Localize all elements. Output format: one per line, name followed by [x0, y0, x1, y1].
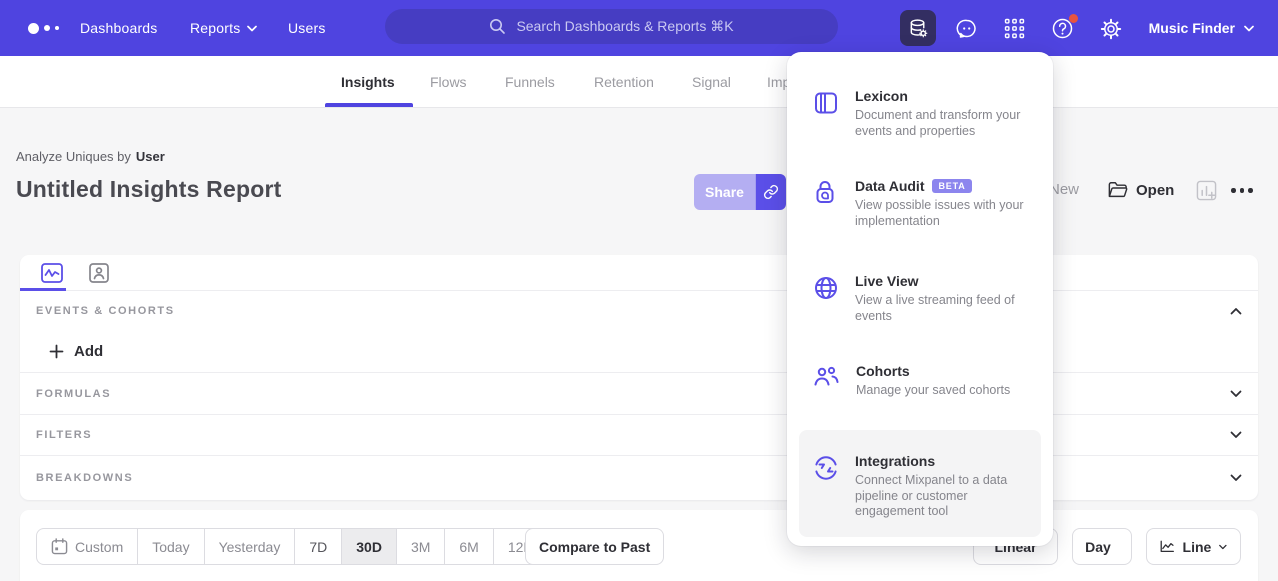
search-input[interactable]: Search Dashboards & Reports ⌘K	[385, 9, 838, 44]
chart-controls-bar: Custom Today Yesterday 7D 30D 3M 6M 12M …	[20, 510, 1258, 581]
chevron-down-icon	[247, 25, 257, 32]
folder-open-icon	[1108, 181, 1128, 199]
more-options-button[interactable]	[1231, 188, 1253, 193]
query-builder-panel: EVENTS & COHORTS Add FORMULAS FILTERS BR…	[20, 255, 1258, 500]
tab-events-view[interactable]	[39, 260, 65, 286]
link-icon	[763, 184, 779, 200]
chart-line-icon	[41, 263, 63, 283]
feedback-button[interactable]	[956, 18, 978, 40]
nav-dashboards[interactable]: Dashboards	[80, 0, 158, 56]
tab-profiles-view[interactable]	[86, 260, 112, 286]
chevron-down-icon	[1219, 544, 1227, 550]
integrations-icon	[813, 453, 839, 520]
help-button[interactable]	[1051, 17, 1077, 41]
tab-funnels[interactable]: Funnels	[505, 56, 555, 108]
compare-to-past-button[interactable]: Compare to Past	[525, 528, 664, 565]
tab-retention[interactable]: Retention	[594, 56, 654, 108]
range-6m[interactable]: 6M	[445, 529, 493, 564]
tab-insights[interactable]: Insights	[341, 56, 395, 108]
ellipsis-icon	[1231, 188, 1253, 193]
section-label: FORMULAS	[36, 388, 111, 400]
settings-button[interactable]	[1100, 18, 1122, 40]
plus-icon	[49, 344, 64, 359]
section-events-cohorts[interactable]: EVENTS & COHORTS	[20, 291, 1258, 330]
nav-users[interactable]: Users	[288, 0, 326, 56]
gear-icon	[1100, 18, 1122, 40]
search-icon	[489, 18, 506, 35]
section-breakdowns[interactable]: BREAKDOWNS	[20, 455, 1258, 499]
date-range-control: Custom Today Yesterday 7D 30D 3M 6M 12M	[36, 528, 550, 565]
range-3m[interactable]: 3M	[397, 529, 445, 564]
data-management-button[interactable]	[900, 10, 936, 46]
data-audit-icon	[813, 178, 839, 229]
tab-signal[interactable]: Signal	[692, 56, 731, 108]
section-formulas[interactable]: FORMULAS	[20, 372, 1258, 414]
cohorts-icon	[813, 363, 840, 399]
menu-item-live-view[interactable]: Live View View a live streaming feed of …	[813, 273, 1033, 324]
share-button[interactable]: Share	[694, 174, 755, 210]
menu-item-data-audit[interactable]: Data Audit BETA View possible issues wit…	[813, 178, 1033, 229]
range-custom[interactable]: Custom	[37, 529, 138, 564]
nav-users-label: Users	[288, 20, 326, 36]
chevron-down-icon[interactable]	[1230, 390, 1242, 398]
line-chart-icon	[1160, 539, 1175, 554]
database-gear-icon	[908, 18, 929, 39]
globe-icon	[813, 273, 839, 324]
app-window: Dashboards Reports Users Search Dashboar…	[0, 0, 1278, 581]
menu-item-integrations[interactable]: Integrations Connect Mixpanel to a data …	[813, 453, 1033, 520]
add-to-dashboard-button[interactable]	[1196, 180, 1217, 201]
apps-grid-button[interactable]	[1004, 18, 1026, 40]
range-30d[interactable]: 30D	[342, 529, 397, 564]
workspace-selector[interactable]: Music Finder	[1149, 0, 1254, 56]
chart-type-select[interactable]: Line	[1146, 528, 1241, 565]
grid-dots-icon	[1004, 18, 1025, 39]
nav-reports-label: Reports	[190, 20, 240, 36]
notification-dot	[1069, 14, 1078, 23]
nav-reports[interactable]: Reports	[190, 0, 257, 56]
add-event-button[interactable]: Add	[20, 330, 1258, 372]
chevron-up-icon[interactable]	[1230, 307, 1242, 315]
menu-item-cohorts[interactable]: Cohorts Manage your saved cohorts	[813, 363, 1033, 399]
chat-bubble-icon	[956, 18, 978, 40]
search-placeholder: Search Dashboards & Reports ⌘K	[516, 18, 733, 35]
section-label: FILTERS	[36, 429, 92, 441]
section-filters[interactable]: FILTERS	[20, 414, 1258, 455]
person-icon	[89, 263, 109, 283]
chevron-down-icon[interactable]	[1230, 431, 1242, 439]
section-label: BREAKDOWNS	[36, 472, 133, 484]
report-tab-bar: Insights Flows Funnels Retention Signal …	[0, 56, 1278, 108]
menu-item-lexicon[interactable]: Lexicon Document and transform your even…	[813, 88, 1033, 139]
range-7d[interactable]: 7D	[295, 529, 342, 564]
breadcrumb: Analyze Uniques byUser	[16, 149, 165, 164]
tab-flows[interactable]: Flows	[430, 56, 467, 108]
lexicon-icon	[813, 88, 839, 139]
range-today[interactable]: Today	[138, 529, 204, 564]
top-navigation-bar: Dashboards Reports Users Search Dashboar…	[0, 0, 1278, 56]
range-yesterday[interactable]: Yesterday	[205, 529, 296, 564]
chevron-down-icon[interactable]	[1230, 474, 1242, 482]
breadcrumb-entity[interactable]: User	[136, 149, 165, 164]
workspace-name: Music Finder	[1149, 20, 1235, 36]
nav-dashboards-label: Dashboards	[80, 20, 158, 36]
beta-badge: BETA	[932, 179, 971, 193]
section-label: EVENTS & COHORTS	[36, 305, 175, 317]
interval-select[interactable]: Day	[1072, 528, 1132, 565]
copy-link-button[interactable]	[755, 174, 786, 210]
query-view-tabs	[20, 255, 1258, 291]
share-split-button: Share	[694, 174, 786, 210]
open-report-button[interactable]: Open	[1108, 181, 1174, 199]
chart-add-icon	[1196, 180, 1217, 201]
data-management-popup: Lexicon Document and transform your even…	[787, 52, 1053, 546]
mixpanel-logo-icon[interactable]	[28, 18, 74, 38]
page-title[interactable]: Untitled Insights Report	[16, 176, 281, 203]
calendar-icon	[51, 538, 68, 555]
active-tab-indicator	[325, 103, 413, 107]
chevron-down-icon	[1244, 25, 1254, 32]
